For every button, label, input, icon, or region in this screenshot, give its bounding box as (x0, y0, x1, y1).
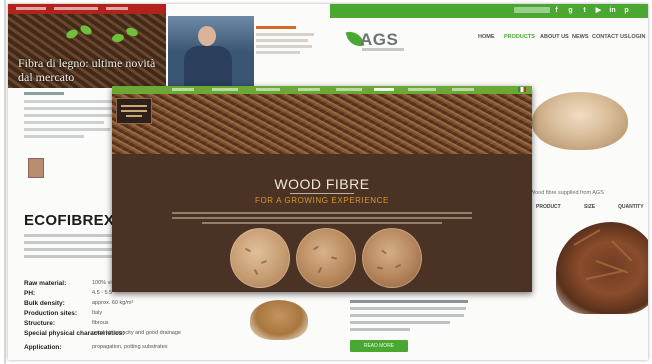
wf-nav-item[interactable] (452, 88, 474, 91)
hero-side-note (256, 26, 318, 76)
wf-nav-item[interactable] (298, 88, 320, 91)
spec-label: PH: (24, 290, 36, 297)
wf-nav-item[interactable] (256, 88, 280, 91)
facebook-icon[interactable]: f (552, 6, 561, 15)
nav-about-us[interactable]: ABOUT US (540, 34, 569, 40)
ags-logo-subline (362, 48, 404, 51)
product-text-block (350, 300, 470, 334)
wood-fibre-banner-image (112, 94, 532, 154)
spec-label: Structure: (24, 320, 56, 327)
wood-fibre-page: WOOD FIBRE FOR A GROWING EXPERIENCE (112, 86, 532, 292)
spec-label: Raw material: (24, 280, 67, 287)
sawdust-caption: Wood fibre supplied from AGS (530, 190, 604, 196)
spec-label: Application: (24, 344, 62, 351)
column-header-size: SIZE (584, 204, 596, 210)
ags-main-nav: HOME PRODUCTS ABOUT US NEWS CONTACT US L… (478, 34, 646, 46)
column-header-quantity: QUANTITY (618, 204, 644, 210)
spec-row: Special physical characteristics: good a… (24, 330, 244, 341)
spec-value: Italy (92, 310, 103, 316)
language-flag-icon[interactable] (518, 87, 526, 92)
author-avatar (28, 158, 44, 178)
article-summary (24, 92, 120, 178)
hero-red-strip (8, 4, 166, 14)
youtube-icon[interactable]: ▶ (594, 6, 603, 15)
spec-value: propagation, potting substrates (92, 344, 168, 350)
ags-logo-text: AGS (360, 30, 399, 49)
sprout-icon (124, 26, 140, 38)
nav-home[interactable]: HOME (478, 34, 495, 40)
wf-nav-item[interactable] (408, 88, 436, 91)
wood-fibre-mulch-image (556, 214, 648, 318)
spec-value: good air capacity and good drainage (92, 330, 181, 336)
title-underline (290, 193, 354, 194)
spec-row: Application: propagation, potting substr… (24, 344, 244, 355)
pinterest-icon[interactable]: p (622, 6, 631, 15)
wood-powder-image (246, 290, 312, 344)
fibre-sample-circle-2[interactable] (296, 228, 356, 288)
twitter-icon[interactable]: t (580, 6, 589, 15)
wf-nav-item-active[interactable] (374, 88, 394, 91)
google-plus-icon[interactable]: g (566, 6, 575, 15)
wood-fibre-logo[interactable] (116, 98, 152, 124)
wf-nav-item[interactable] (336, 88, 362, 91)
top-bar-phone[interactable] (514, 7, 550, 13)
spec-value: 4.5 - 5.5 (92, 290, 113, 296)
fibre-sample-circle-3[interactable] (362, 228, 422, 288)
spec-label: Bulk density: (24, 300, 65, 307)
linkedin-icon[interactable]: in (608, 6, 617, 15)
hero-soil-image: Fibra di legno: ultime novità dal mercat… (8, 4, 166, 88)
nav-login[interactable]: LOGIN (628, 34, 645, 40)
wood-fibre-paragraph-line (172, 212, 472, 214)
person-photo (168, 16, 254, 90)
read-more-label: READ MORE (363, 343, 395, 349)
wood-fibre-title: WOOD FIBRE (274, 176, 370, 192)
spec-label: Production sites: (24, 310, 78, 317)
sprout-icon (64, 27, 80, 41)
ags-top-bar: f g t ▶ in p (330, 4, 648, 18)
wf-nav-item[interactable] (212, 88, 238, 91)
wf-nav-item[interactable] (172, 88, 194, 91)
column-header-product: PRODUCT (536, 204, 561, 210)
hero-title: Fibra di legno: ultime novità dal mercat… (18, 56, 156, 84)
person-head (198, 26, 216, 46)
ags-logo[interactable]: AGS (345, 28, 408, 54)
nav-news[interactable]: NEWS (572, 34, 589, 40)
sprout-icon (78, 23, 94, 37)
spec-value: approx. 60 kg/m³ (92, 300, 134, 306)
wood-fibre-subtitle: FOR A GROWING EXPERIENCE (255, 196, 389, 205)
person-body (184, 46, 232, 90)
fibre-sample-circle-1[interactable] (230, 228, 290, 288)
read-more-button[interactable]: READ MORE (350, 340, 408, 352)
sawdust-pile-image (528, 74, 634, 154)
nav-contact-us[interactable]: CONTACT US (592, 34, 628, 40)
wood-fibre-nav (112, 86, 532, 94)
nav-products[interactable]: PRODUCTS (504, 34, 535, 40)
sprout-icon (111, 33, 125, 43)
left-edge-shadow (4, 0, 6, 364)
spec-value: fibrous (92, 320, 109, 326)
